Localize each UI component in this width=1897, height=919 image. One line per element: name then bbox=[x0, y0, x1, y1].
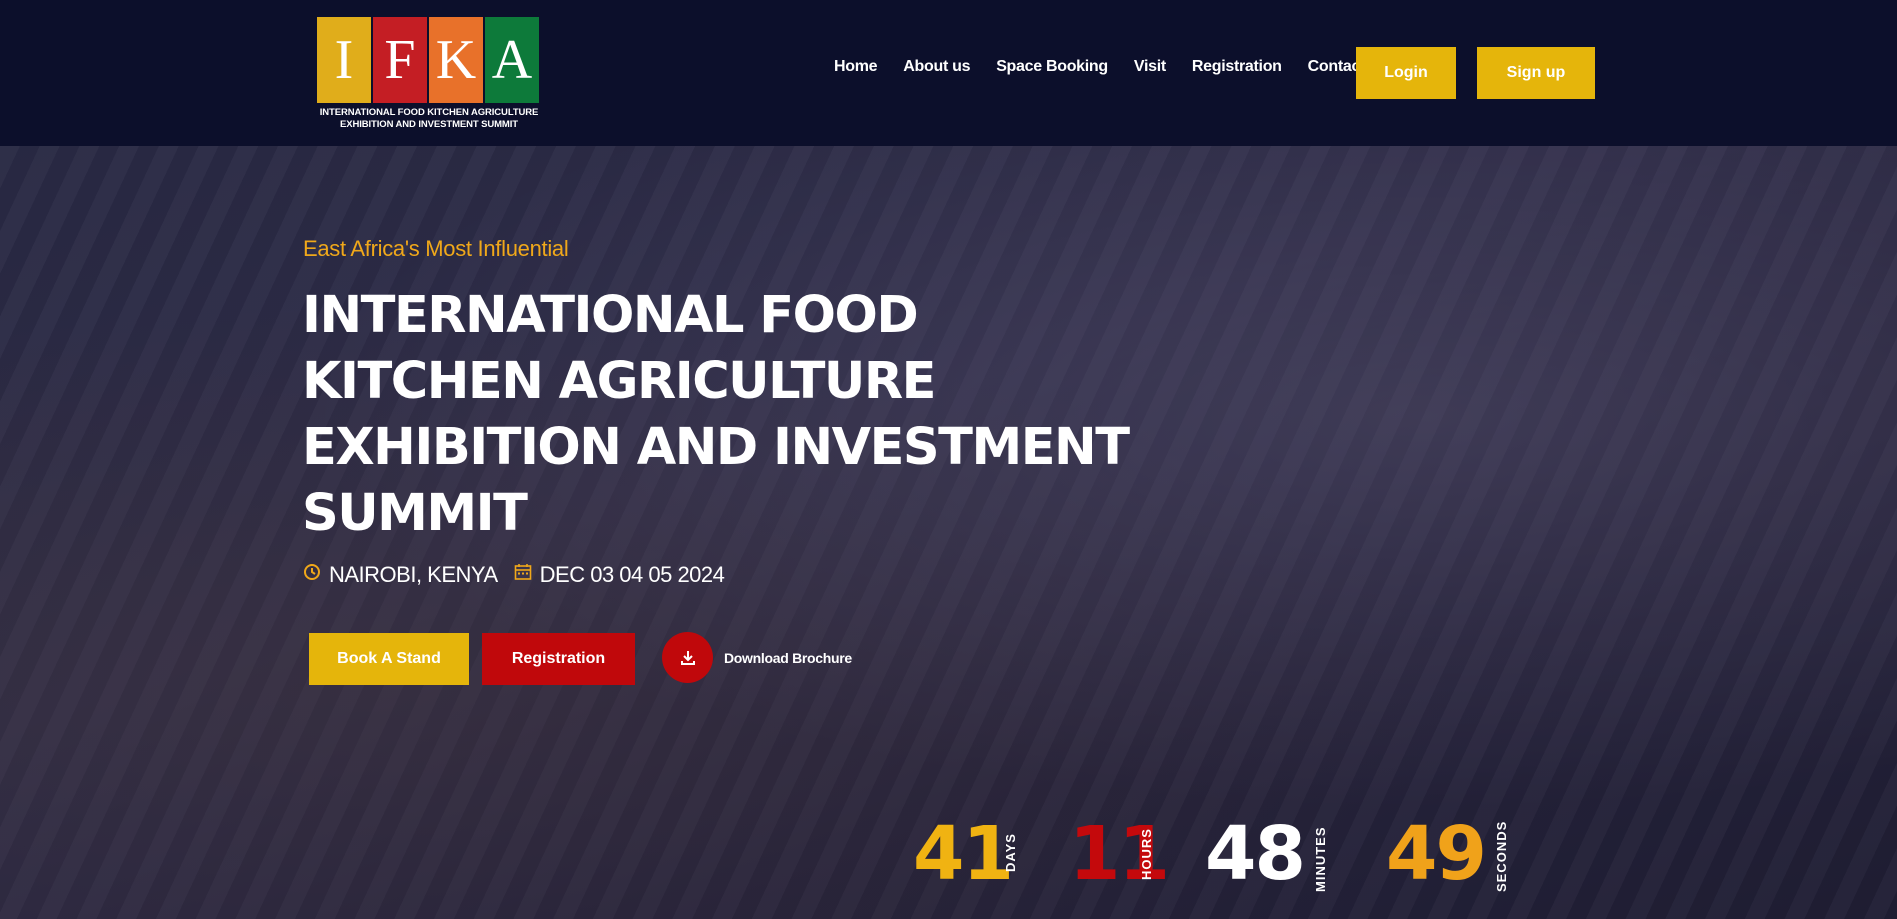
hero-title-line: SUMMIT bbox=[302, 484, 528, 543]
registration-button[interactable]: Registration bbox=[482, 633, 635, 685]
logo-subtitle: INTERNATIONAL FOOD KITCHEN AGRICULTURE E… bbox=[317, 107, 541, 131]
hero-title: INTERNATIONAL FOOD KITCHEN AGRICULTURE E… bbox=[302, 283, 1202, 547]
hero-title-line: INTERNATIONAL FOOD bbox=[302, 286, 919, 345]
nav-item-registration[interactable]: Registration bbox=[1192, 58, 1282, 76]
login-button[interactable]: Login bbox=[1356, 47, 1456, 99]
countdown-label: DAYS bbox=[1003, 833, 1018, 872]
calendar-icon bbox=[514, 563, 532, 587]
event-dates: DEC 03 04 05 2024 bbox=[539, 562, 725, 587]
logo-letter-a: A bbox=[485, 17, 539, 103]
logo-subtitle-line2: EXHIBITION AND INVESTMENT SUMMIT bbox=[339, 119, 518, 130]
download-brochure-label: Download Brochure bbox=[724, 649, 852, 666]
countdown-value: 49 bbox=[1386, 811, 1487, 897]
hero-tagline: East Africa's Most Influential bbox=[303, 236, 569, 261]
event-location: NAIROBI, KENYA bbox=[329, 562, 498, 587]
countdown-label: MINUTES bbox=[1313, 826, 1328, 893]
location-pin-icon bbox=[303, 563, 321, 587]
main-nav: Home About us Space Booking Visit Regist… bbox=[834, 58, 1413, 76]
download-brochure-link[interactable]: Download Brochure bbox=[662, 632, 852, 683]
countdown-label: SECONDS bbox=[1494, 820, 1509, 892]
event-meta: NAIROBI, KENYA DEC 03 04 05 2024 bbox=[303, 562, 725, 588]
logo-letter-f: F bbox=[373, 17, 427, 103]
nav-item-home[interactable]: Home bbox=[834, 58, 878, 76]
logo-subtitle-line1: INTERNATIONAL FOOD KITCHEN AGRICULTURE bbox=[319, 107, 539, 118]
hero-title-line: EXHIBITION AND INVESTMENT bbox=[302, 418, 1130, 477]
countdown-value: 41 bbox=[913, 811, 1014, 897]
logo-letter-i: I bbox=[317, 17, 371, 103]
countdown-value: 48 bbox=[1205, 811, 1306, 897]
nav-item-about[interactable]: About us bbox=[903, 58, 970, 76]
nav-item-space-booking[interactable]: Space Booking bbox=[996, 58, 1108, 76]
site-header: I F K A INTERNATIONAL FOOD KITCHEN AGRIC… bbox=[0, 0, 1897, 146]
nav-item-visit[interactable]: Visit bbox=[1134, 58, 1166, 76]
signup-button[interactable]: Sign up bbox=[1477, 47, 1595, 99]
logo-letter-blocks: I F K A bbox=[317, 17, 541, 103]
logo-letter-k: K bbox=[429, 17, 483, 103]
hero-section: East Africa's Most Influential INTERNATI… bbox=[0, 146, 1897, 919]
book-stand-button[interactable]: Book A Stand bbox=[309, 633, 469, 685]
download-icon[interactable] bbox=[662, 632, 713, 683]
hero-title-line: KITCHEN AGRICULTURE bbox=[302, 352, 936, 411]
countdown-label: HOURS bbox=[1139, 828, 1154, 880]
ifka-logo[interactable]: I F K A INTERNATIONAL FOOD KITCHEN AGRIC… bbox=[317, 17, 541, 135]
